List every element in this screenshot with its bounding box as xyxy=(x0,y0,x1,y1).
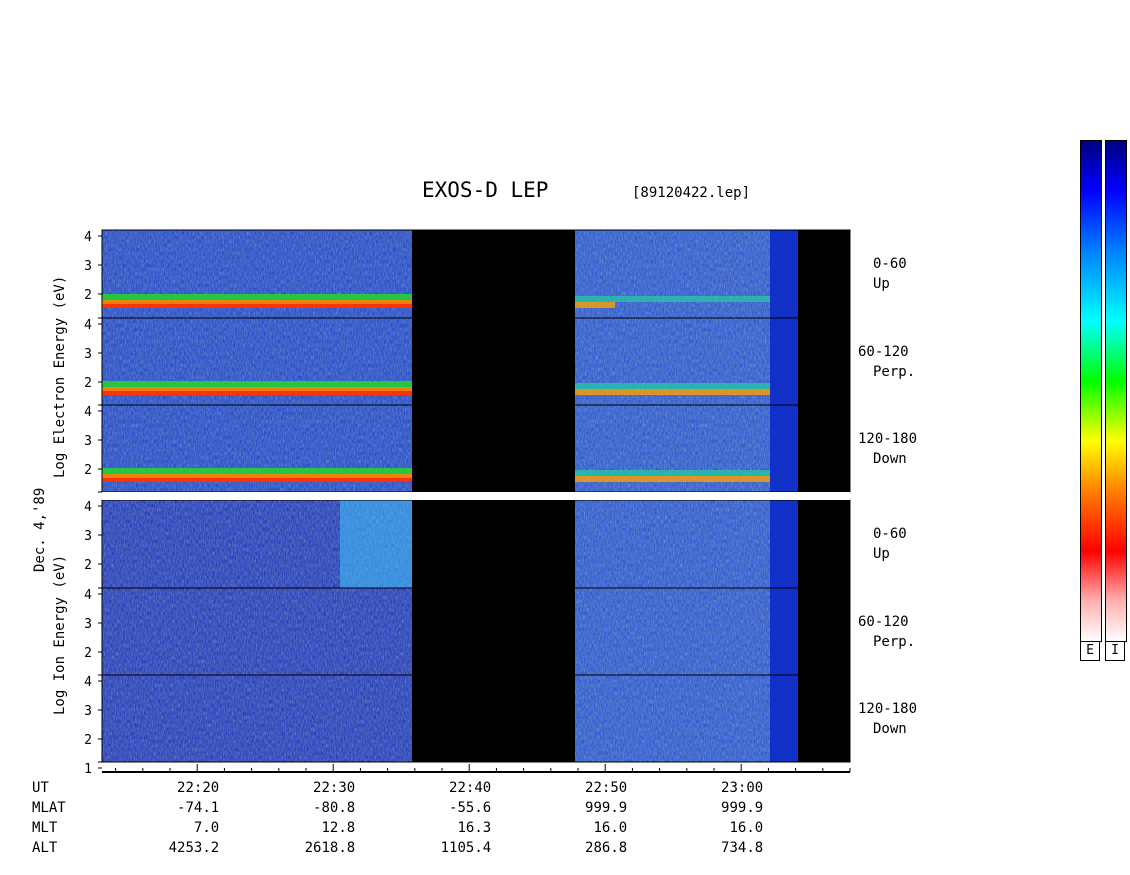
direction-label: Perp. xyxy=(873,364,916,380)
pitch-angle-label: 0-60 xyxy=(873,526,907,542)
orbit-row-value: 286.8 xyxy=(585,840,628,856)
orbit-row-label: MLT xyxy=(32,820,58,836)
date-label: Dec. 4,'89 xyxy=(32,487,48,572)
orbit-row-value: 22:40 xyxy=(449,780,492,796)
orbit-row-value: 7.0 xyxy=(193,820,220,836)
y-tick-label: 2 xyxy=(84,558,92,573)
orbit-row-value: 4253.2 xyxy=(168,840,220,856)
pitch-angle-label: 0-60 xyxy=(873,256,907,272)
orbit-row-label: ALT xyxy=(32,840,58,856)
panel-2: 4 3 2 xyxy=(84,317,851,406)
direction-label: Up xyxy=(873,276,890,292)
orbit-row-value: 23:00 xyxy=(721,780,764,796)
orbit-row-value: -74.1 xyxy=(177,800,220,816)
orbit-row-value: 16.0 xyxy=(593,820,628,836)
direction-label: Up xyxy=(873,546,890,562)
y-tick-label: 3 xyxy=(84,347,92,362)
spectrogram-plot: 4 3 2 4 3 2 4 3 2 4 3 2 4 3 2 4 3 2 1 xyxy=(84,229,851,777)
orbit-row-value: 999.9 xyxy=(585,800,628,816)
y-tick-label: 4 xyxy=(84,405,92,420)
y-tick-label: 4 xyxy=(84,500,92,515)
orbit-row-value: 2618.8 xyxy=(304,840,356,856)
y-tick-label: 4 xyxy=(84,318,92,333)
ion-colorbar xyxy=(1105,140,1127,642)
pitch-angle-label: 60-120 xyxy=(858,344,909,360)
y-tick-label: 2 xyxy=(84,463,92,478)
orbit-row-value: 1105.4 xyxy=(440,840,492,856)
y-tick-label: 2 xyxy=(84,288,92,303)
ion-energy-label: Log Ion Energy (eV) xyxy=(52,554,68,715)
y-tick-label: 3 xyxy=(84,617,92,632)
panel-label-4: 0-60 Up xyxy=(873,524,907,564)
y-tick-label: 1 xyxy=(84,762,92,777)
pitch-angle-label: 120-180 xyxy=(858,431,918,447)
orbit-row-value: 22:30 xyxy=(313,780,356,796)
y-tick-label: 4 xyxy=(84,588,92,603)
orbit-row-value: -55.6 xyxy=(449,800,492,816)
direction-label: Perp. xyxy=(873,634,916,650)
panel-label-5: 60-120 Perp. xyxy=(858,612,915,652)
panel-label-3: 120-180 Down xyxy=(858,429,917,469)
colorbar-label-e: E xyxy=(1080,641,1100,661)
orbit-row-value: 16.3 xyxy=(457,820,492,836)
panel-6: 4 3 2 1 xyxy=(84,674,851,777)
panel-4: 4 3 2 xyxy=(84,499,851,589)
orbit-row-value: 12.8 xyxy=(321,820,356,836)
pitch-angle-label: 120-180 xyxy=(858,701,918,717)
orbit-row-value: 22:20 xyxy=(177,780,220,796)
orbit-row-value: -80.8 xyxy=(313,800,356,816)
orbit-row-value: 22:50 xyxy=(585,780,628,796)
electron-colorbar xyxy=(1080,140,1102,642)
y-tick-label: 4 xyxy=(84,675,92,690)
orbit-row-value: 999.9 xyxy=(721,800,764,816)
y-tick-label: 4 xyxy=(84,230,92,245)
orbit-row-value: 16.0 xyxy=(729,820,764,836)
direction-label: Down xyxy=(873,451,907,467)
y-tick-label: 2 xyxy=(84,376,92,391)
panel-1: 4 3 2 xyxy=(84,229,851,319)
colorbar-label-i: I xyxy=(1105,641,1125,661)
panel-3: 4 3 2 xyxy=(84,404,851,493)
y-tick-label: 3 xyxy=(84,434,92,449)
panel-5: 4 3 2 xyxy=(84,587,851,676)
panel-label-1: 0-60 Up xyxy=(873,254,907,294)
y-tick-label: 2 xyxy=(84,646,92,661)
orbit-row-label: MLAT xyxy=(32,800,66,816)
y-tick-label: 3 xyxy=(84,529,92,544)
direction-label: Down xyxy=(873,721,907,737)
panel-label-2: 60-120 Perp. xyxy=(858,342,915,382)
panel-label-6: 120-180 Down xyxy=(858,699,917,739)
electron-energy-label: Log Electron Energy (eV) xyxy=(52,275,68,478)
orbit-row-label: UT xyxy=(32,780,49,796)
y-tick-label: 2 xyxy=(84,733,92,748)
y-tick-label: 3 xyxy=(84,704,92,719)
pitch-angle-label: 60-120 xyxy=(858,614,909,630)
y-tick-label: 3 xyxy=(84,259,92,274)
orbit-row-value: 734.8 xyxy=(721,840,764,856)
